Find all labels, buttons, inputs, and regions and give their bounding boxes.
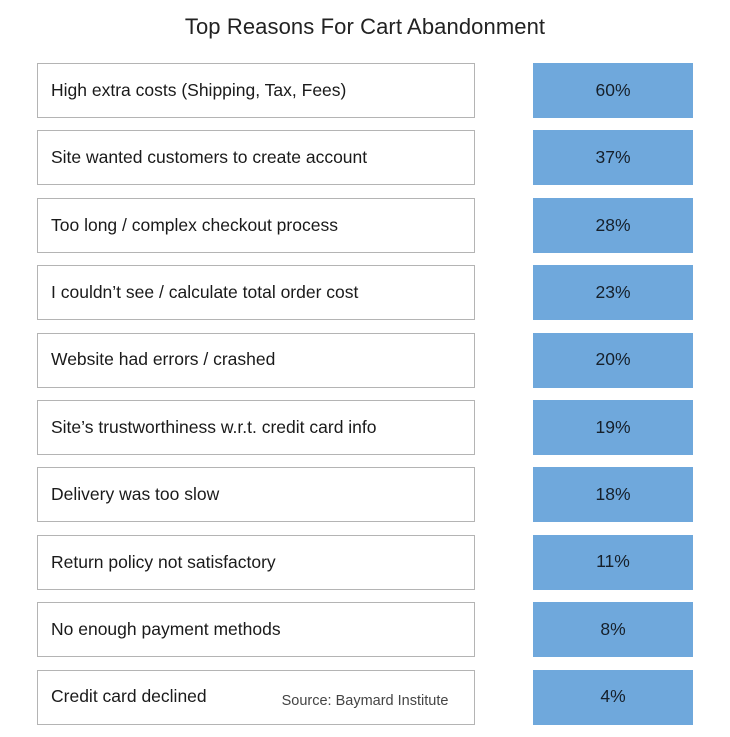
chart-title: Top Reasons For Cart Abandonment [184, 14, 546, 39]
row-bar: 28% [533, 197, 693, 253]
row-bar: 23% [533, 265, 693, 321]
row-bar-track: 23% [533, 265, 693, 321]
chart-row: No enough payment methods 8% [0, 602, 730, 663]
row-bar-track: 19% [533, 399, 693, 455]
row-bar-track: 8% [533, 602, 693, 658]
row-bar-track: 60% [533, 63, 693, 118]
row-bar-track: 18% [533, 467, 693, 523]
row-bar: 11% [533, 534, 693, 590]
row-label-box: I couldn’t see / calculate total order c… [37, 265, 475, 321]
row-bar: 8% [533, 602, 693, 658]
row-label-text: I couldn’t see / calculate total order c… [51, 282, 359, 303]
chart-row: I couldn’t see / calculate total order c… [0, 265, 730, 326]
chart-row: Site wanted customers to create account 3… [0, 130, 730, 191]
row-bar-value: 20% [595, 349, 631, 370]
row-label-box: Site’s trustworthiness w.r.t. credit car… [37, 399, 475, 455]
row-bar-value: 28% [595, 214, 631, 235]
row-bar: 19% [533, 399, 693, 455]
row-bar-value: 37% [595, 147, 631, 168]
chart-row: Site’s trustworthiness w.r.t. credit car… [0, 399, 730, 461]
chart-container: Top Reasons For Cart Abandonment High ex… [0, 0, 730, 730]
row-bar-track: 37% [533, 130, 693, 186]
row-label-box: No enough payment methods [37, 602, 475, 658]
row-label-box: High extra costs (Shipping, Tax, Fees) [37, 63, 475, 118]
source-note: Source: Baymard Institute [281, 693, 449, 709]
row-bar-value: 60% [595, 79, 631, 100]
chart-row: Delivery was too slow 18% [0, 467, 730, 528]
row-label-text: Site wanted customers to create account [51, 147, 368, 168]
row-bar: 60% [533, 63, 693, 118]
row-bar-track: 20% [533, 332, 693, 388]
row-label-text: Website had errors / crashed [51, 349, 276, 370]
row-label-box: Return policy not satisfactory [37, 534, 475, 590]
row-bar-track: 28% [533, 197, 693, 253]
row-label-text: Too long / complex checkout process [51, 214, 338, 235]
row-bar: 20% [533, 332, 693, 388]
row-bar: 18% [533, 467, 693, 523]
row-bar-value: 11% [596, 551, 630, 572]
row-bar-value: 8% [600, 618, 626, 639]
row-label-text: Return policy not satisfactory [51, 551, 276, 572]
row-label-text: No enough payment methods [51, 619, 281, 639]
row-label-text: Site’s trustworthiness w.r.t. credit car… [51, 416, 377, 437]
chart-row: Return policy not satisfactory 11% [0, 534, 730, 596]
row-label-text: Delivery was too slow [51, 484, 220, 505]
row-bar-value: 19% [595, 416, 631, 437]
row-label-box: Website had errors / crashed [37, 332, 475, 388]
chart-rows-list: High extra costs (Shipping, Tax, Fees) 60… [0, 63, 730, 737]
chart-row: Too long / complex checkout process 28% [0, 197, 730, 259]
row-label-box: Too long / complex checkout process [37, 197, 475, 253]
row-label-box: Site wanted customers to create account [37, 130, 475, 186]
chart-row: Website had errors / crashed 20% [0, 332, 730, 394]
row-bar-value: 18% [595, 484, 631, 505]
row-label-box: Delivery was too slow [37, 467, 475, 523]
row-bar-value: 23% [595, 281, 631, 302]
row-bar: 37% [533, 130, 693, 186]
chart-row: High extra costs (Shipping, Tax, Fees) 60… [0, 63, 730, 124]
row-bar-track: 11% [533, 534, 693, 590]
row-label-text: High extra costs (Shipping, Tax, Fees) [51, 79, 347, 100]
